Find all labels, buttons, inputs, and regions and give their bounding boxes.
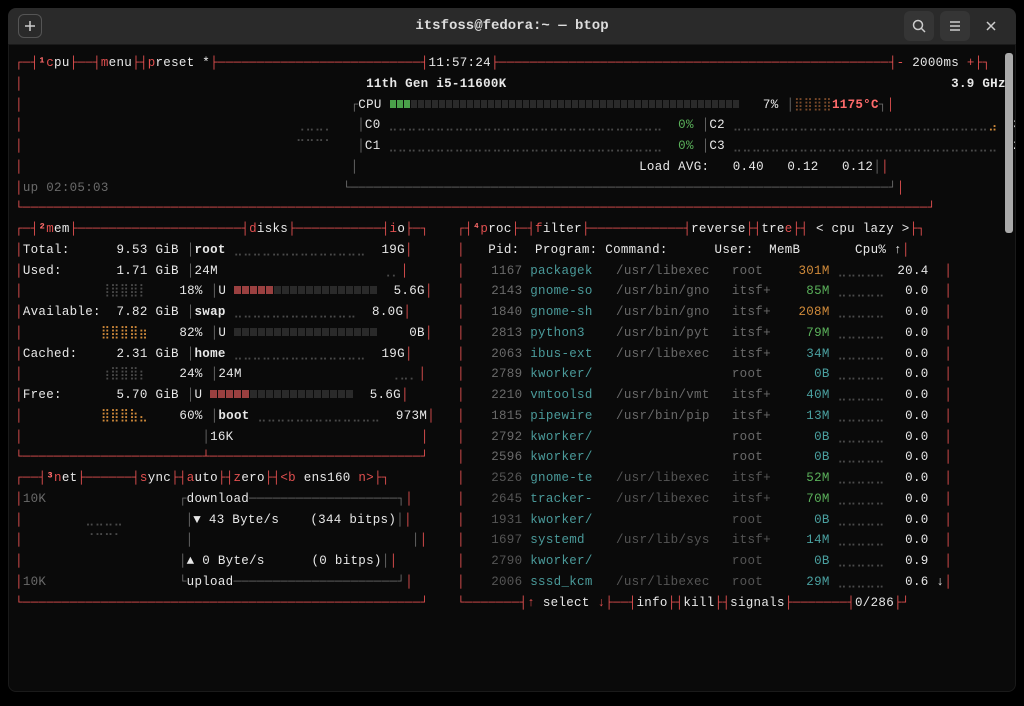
cpu-total-pct: 7% — [763, 98, 779, 112]
cpu-model: 11th Gen i5-11600K — [366, 77, 506, 91]
process-row[interactable]: │ 1815 pipewire /usr/bin/pip itsf+ 13M ⣀… — [457, 406, 1009, 427]
process-row[interactable]: │ 2645 tracker- /usr/libexec itsf+ 70M ⣀… — [457, 489, 1009, 510]
process-row[interactable]: │ 2526 gnome-te /usr/libexec itsf+ 52M ⣀… — [457, 468, 1009, 489]
window-title: itsfoss@fedora:~ — btop — [415, 18, 608, 34]
process-row[interactable]: │ 2063 ibus-ext /usr/libexec itsf+ 34M ⣀… — [457, 344, 1009, 365]
scrollbar[interactable] — [1005, 53, 1013, 233]
header-line: ┌─┤¹cpu├──┤menu├┤preset *├──────────────… — [15, 53, 1009, 74]
process-row[interactable]: │ 2596 kworker/ root 0B ⣀⣀⣀⣀⣀ 0.0 │ — [457, 447, 1009, 468]
process-row[interactable]: │ 2006 sssd_kcm /usr/libexec root 29M ⣀⣀… — [457, 572, 1009, 593]
process-row[interactable]: │ 1840 gnome-sh /usr/bin/gno itsf+ 208M … — [457, 302, 1009, 323]
process-row[interactable]: │ 2789 kworker/ root 0B ⣀⣀⣀⣀⣀ 0.0 │ — [457, 364, 1009, 385]
search-button[interactable] — [904, 11, 934, 41]
process-row[interactable]: │ 2143 gnome-so /usr/bin/gno itsf+ 85M ⣀… — [457, 281, 1009, 302]
process-row[interactable]: │ 1931 kworker/ root 0B ⣀⣀⣀⣀⣀ 0.0 │ — [457, 510, 1009, 531]
process-row[interactable]: │ 2813 python3 /usr/bin/pyt itsf+ 79M ⣀⣀… — [457, 323, 1009, 344]
process-row[interactable]: │ 1167 packagek /usr/libexec root 301M ⣀… — [457, 261, 1009, 282]
cpu-freq: 3.9 GHz — [951, 77, 1006, 91]
new-tab-button[interactable] — [18, 14, 42, 38]
uptime: up 02:05:03 — [23, 181, 109, 195]
cpu-total-bar — [390, 95, 740, 116]
process-list[interactable]: ┌┤⁴proc├─┤filter├────────────┤reverse├┤t… — [457, 219, 1009, 613]
close-button[interactable] — [976, 11, 1006, 41]
process-row[interactable]: │ 2210 vmtoolsd /usr/bin/vmt itsf+ 40M ⣀… — [457, 385, 1009, 406]
process-row[interactable]: │ 2792 kworker/ root 0B ⣀⣀⣀⣀⣀ 0.0 │ — [457, 427, 1009, 448]
terminal[interactable]: ┌─┤¹cpu├──┤menu├┤preset *├──────────────… — [8, 44, 1016, 692]
process-row[interactable]: │ 1697 systemd /usr/lib/sys itsf+ 14M ⣀⣀… — [457, 530, 1009, 551]
cpu-temp: 1175°C — [832, 98, 879, 112]
titlebar: itsfoss@fedora:~ — btop — [8, 8, 1016, 44]
process-row[interactable]: │ 2790 kworker/ root 0B ⣀⣀⣀⣀⣀ 0.9 │ — [457, 551, 1009, 572]
menu-button[interactable] — [940, 11, 970, 41]
